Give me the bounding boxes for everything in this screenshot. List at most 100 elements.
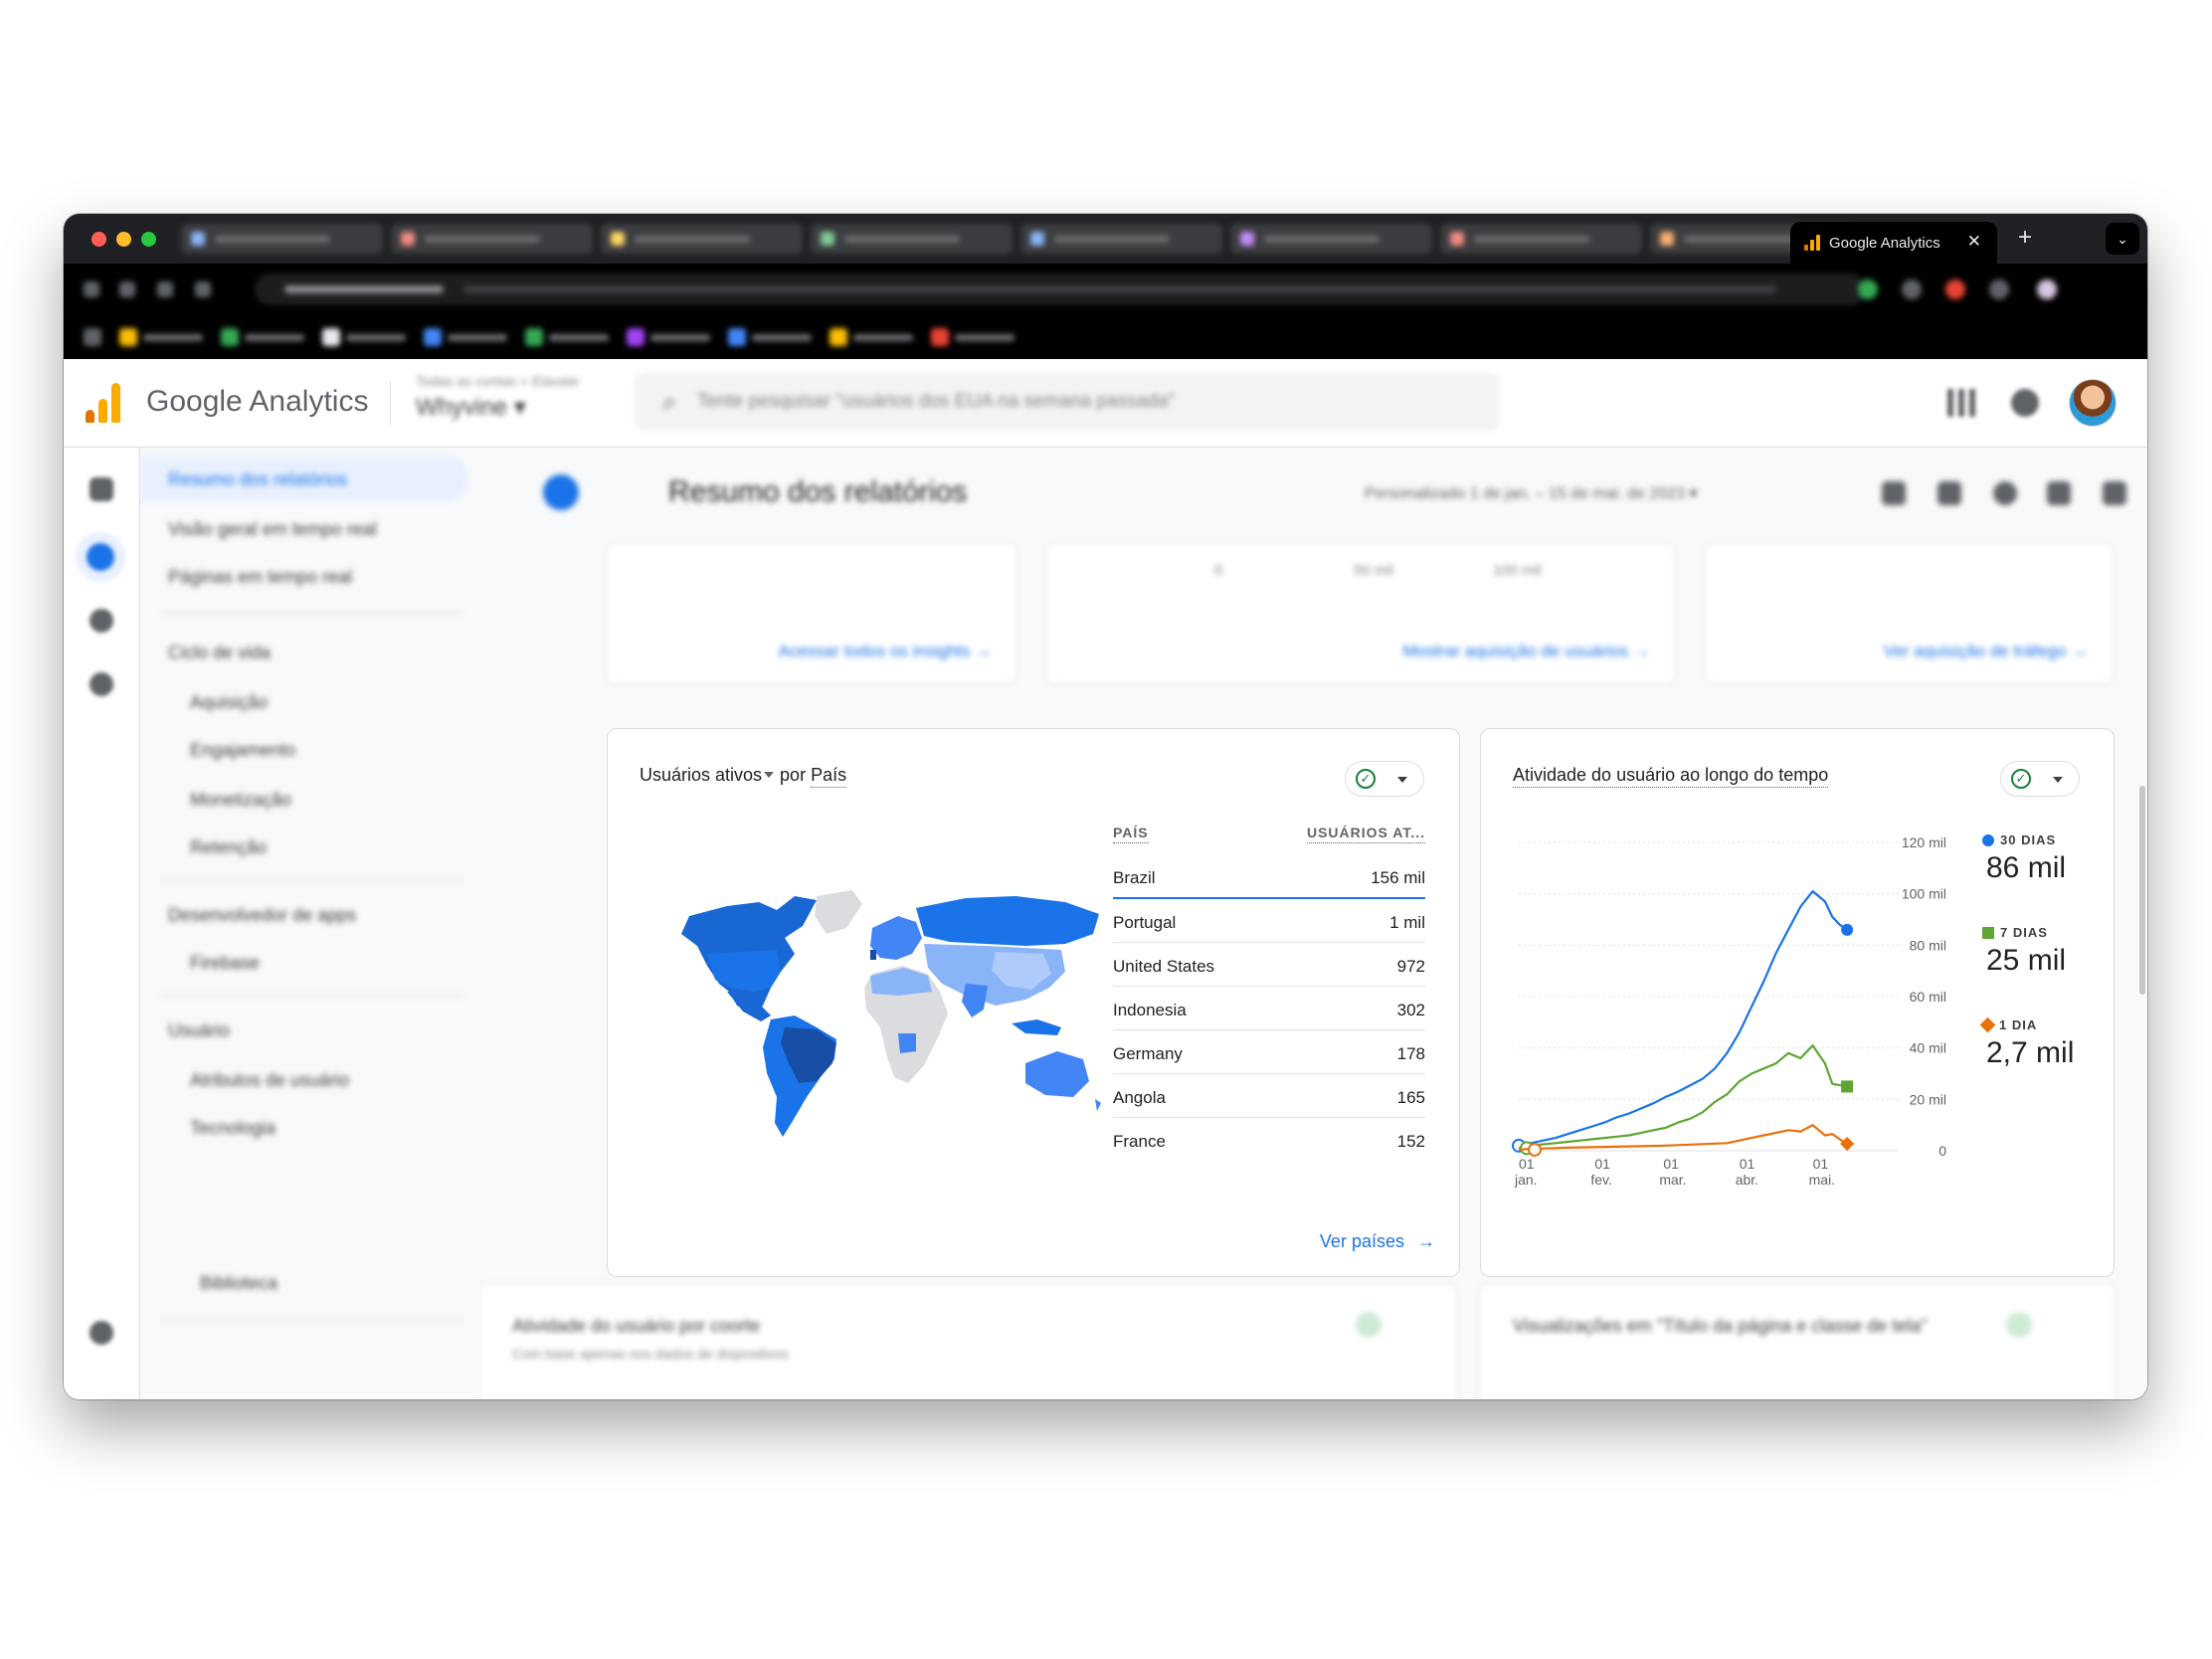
bookmark-item[interactable]: [322, 328, 406, 346]
product-name[interactable]: Google Analytics: [146, 385, 368, 419]
search-bar[interactable]: ⌕ Tente pesquisar "usuários dos EUA na s…: [635, 373, 1500, 431]
nav-item-retention[interactable]: Retenção: [190, 837, 267, 858]
series-line[interactable]: [1518, 1124, 1848, 1152]
forward-icon[interactable]: [119, 281, 135, 297]
nav-section-user[interactable]: Usuário: [168, 1020, 230, 1041]
svg-text:01: 01: [1813, 1156, 1829, 1172]
nav-item-firebase[interactable]: Firebase: [190, 953, 260, 974]
nav-item-acquisition[interactable]: Aquisição: [190, 692, 268, 713]
extension-icon[interactable]: [1945, 279, 1965, 299]
map-region-europe: [870, 916, 922, 960]
date-range-picker[interactable]: Personalizado 1 de jan. – 15 de mai. de …: [1365, 483, 1697, 503]
reload-icon[interactable]: [157, 281, 173, 297]
bookmark-item[interactable]: [627, 328, 710, 346]
bookmark-item[interactable]: [830, 328, 913, 346]
table-row[interactable]: Indonesia 302: [1113, 987, 1425, 1030]
extension-icon[interactable]: [1989, 279, 2009, 299]
column-header-country[interactable]: PAÍS: [1113, 825, 1149, 843]
background-tabs[interactable]: [181, 224, 1852, 256]
x-tick-label: 01abr.: [1736, 1156, 1758, 1188]
check-circle-icon[interactable]: [1356, 1312, 1382, 1338]
activity-title[interactable]: Atividade do usuário ao longo do tempo: [1513, 765, 1829, 788]
data-quality-pill[interactable]: ✓: [1345, 761, 1424, 797]
insights-icon[interactable]: [2047, 481, 2071, 505]
new-tab-button[interactable]: +: [2010, 224, 2040, 252]
customize-icon[interactable]: [1937, 481, 1961, 505]
table-row[interactable]: United States 972: [1113, 943, 1425, 987]
bookmark-item[interactable]: [525, 328, 609, 346]
nav-item-realtime-overview[interactable]: Visão geral em tempo real: [168, 519, 377, 540]
table-row[interactable]: Brazil 156 mil: [1113, 854, 1425, 899]
svg-text:jan.: jan.: [1514, 1172, 1538, 1188]
series-end-marker[interactable]: [1841, 1080, 1854, 1093]
admin-gear-icon[interactable]: [90, 1321, 113, 1345]
series-end-marker[interactable]: [1840, 1136, 1855, 1152]
dimension-selector[interactable]: País: [811, 765, 847, 788]
chevron-down-icon[interactable]: [764, 772, 775, 778]
explore-icon[interactable]: [90, 609, 113, 633]
table-row[interactable]: Angola 165: [1113, 1074, 1425, 1118]
page-title-bar: Resumo dos relatórios Personalizado 1 de…: [479, 448, 2147, 537]
nav-item-user-attributes[interactable]: Atributos de usuário: [190, 1070, 349, 1091]
traffic-acquisition-link[interactable]: Ver aquisição de tráfego →: [1884, 642, 2088, 661]
bookmark-item[interactable]: [424, 328, 507, 346]
nav-item-engagement[interactable]: Engajamento: [190, 740, 295, 761]
map-region-russia: [916, 896, 1099, 946]
address-bar[interactable]: [255, 274, 1866, 305]
insights-link[interactable]: Acessar todos os insights →: [779, 642, 992, 661]
extension-icon[interactable]: [1858, 279, 1878, 299]
series-end-marker[interactable]: [1841, 923, 1854, 936]
tab-search-button[interactable]: ⌄: [2106, 223, 2139, 255]
compare-icon[interactable]: [1882, 481, 1906, 505]
close-window-button[interactable]: [92, 232, 106, 247]
check-circle-icon[interactable]: [2006, 1312, 2032, 1338]
content-scrollbar[interactable]: [2139, 786, 2145, 995]
advertising-icon[interactable]: [90, 672, 113, 696]
table-row[interactable]: Germany 178: [1113, 1030, 1425, 1074]
active-tab[interactable]: Google Analytics ✕: [1790, 222, 1997, 264]
google-analytics-logo-icon[interactable]: [86, 383, 121, 423]
table-row[interactable]: France 152: [1113, 1118, 1425, 1161]
bookmark-item[interactable]: [221, 328, 304, 346]
column-header-users[interactable]: USUÁRIOS AT...: [1306, 825, 1425, 843]
profile-avatar-icon[interactable]: [2037, 279, 2057, 299]
nav-item-reports-snapshot[interactable]: Resumo dos relatórios: [168, 469, 347, 490]
series-line[interactable]: [1518, 890, 1848, 1147]
extension-icon[interactable]: [1902, 279, 1922, 299]
edit-pencil-icon[interactable]: [2103, 481, 2126, 505]
bookmark-item[interactable]: [84, 328, 101, 346]
metric-selector[interactable]: Usuários ativos: [640, 765, 762, 785]
apps-grid-icon[interactable]: [1947, 389, 1975, 417]
legend-label: 30 DIAS: [2000, 832, 2057, 847]
back-icon[interactable]: [84, 281, 99, 297]
series-line[interactable]: [1518, 1044, 1848, 1150]
nav-item-monetization[interactable]: Monetização: [190, 790, 291, 811]
reports-icon[interactable]: [76, 532, 125, 582]
nav-item-realtime-pages[interactable]: Páginas em tempo real: [168, 567, 352, 588]
home-icon[interactable]: [90, 477, 113, 501]
activity-line-chart[interactable]: 0 20 mil 40 mil 60 mil 80 mil 100 mil 120 mil 0…: [1481, 819, 1978, 1216]
close-tab-icon[interactable]: ✕: [1967, 232, 1981, 252]
country-users: 165: [1396, 1088, 1425, 1107]
bookmark-item[interactable]: [931, 328, 1014, 346]
property-selector[interactable]: Todas as contas > Elavate Whyvine ▾: [416, 373, 579, 422]
table-row[interactable]: Portugal 1 mil: [1113, 899, 1425, 943]
nav-item-library[interactable]: Biblioteca: [200, 1273, 277, 1294]
data-quality-pill[interactable]: ✓: [2000, 761, 2080, 797]
help-icon[interactable]: [2011, 389, 2039, 417]
maximize-window-button[interactable]: [141, 232, 156, 247]
nav-item-technology[interactable]: Tecnologia: [190, 1118, 276, 1139]
minimize-window-button[interactable]: [116, 232, 131, 247]
nav-section-lifecycle[interactable]: Ciclo de vida: [168, 643, 271, 663]
user-acquisition-link[interactable]: Mostrar aquisição de usuários →: [1402, 642, 1650, 661]
bookmark-item[interactable]: [119, 328, 203, 346]
share-icon[interactable]: [1993, 481, 2017, 505]
bookmark-item[interactable]: [728, 328, 812, 346]
view-countries-link[interactable]: Ver países →: [1320, 1231, 1435, 1252]
user-avatar[interactable]: [2069, 379, 2117, 427]
world-map[interactable]: [667, 888, 1105, 1147]
home-icon[interactable]: [195, 281, 211, 297]
nav-section-app-developer[interactable]: Desenvolvedor de apps: [168, 905, 356, 926]
page-avatar-icon[interactable]: [543, 474, 579, 510]
svg-text:01: 01: [1519, 1156, 1535, 1172]
